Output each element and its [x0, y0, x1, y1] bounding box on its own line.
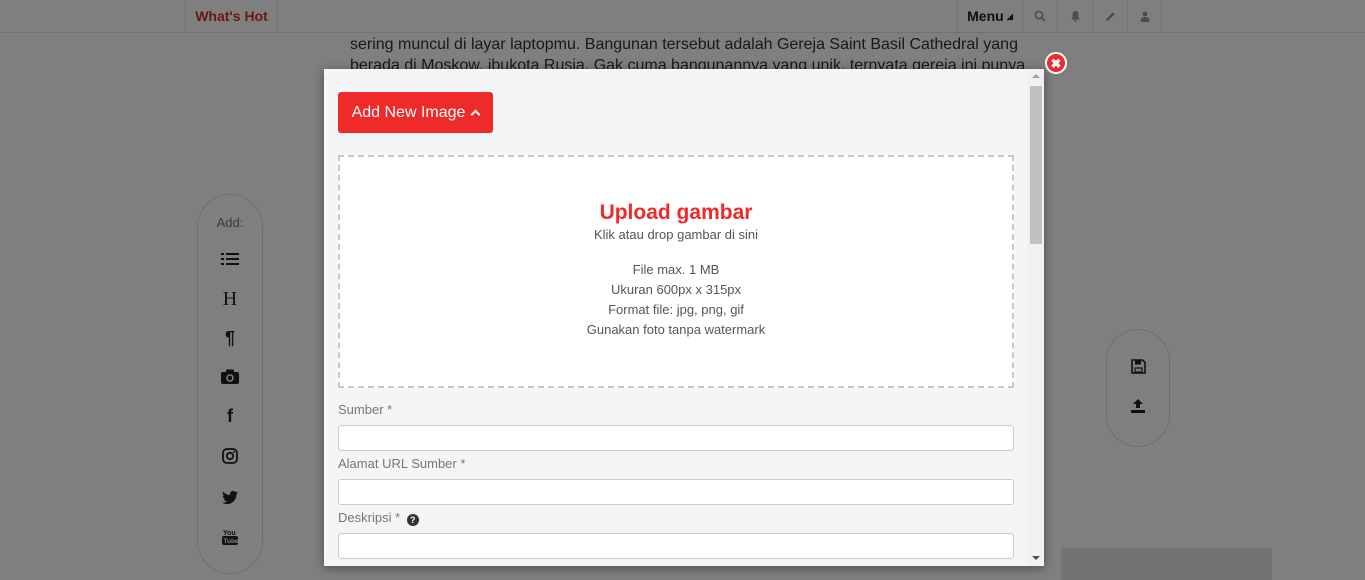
scroll-up-arrow-icon[interactable]	[1032, 74, 1040, 78]
url-sumber-input[interactable]	[338, 479, 1014, 505]
deskripsi-label: Deskripsi *	[338, 510, 401, 525]
add-image-modal: Add New Image Upload gambar Klik atau dr…	[324, 69, 1044, 566]
sumber-input[interactable]	[338, 425, 1014, 451]
scroll-thumb[interactable]	[1030, 86, 1042, 244]
upload-subtitle: Klik atau drop gambar di sini	[593, 227, 759, 242]
question-circle-icon[interactable]: ?	[406, 514, 419, 526]
upload-info-line: Gunakan foto tanpa watermark	[586, 322, 766, 337]
upload-requirements: File max. 1 MB Ukuran 600px x 315px Form…	[340, 260, 1012, 340]
scroll-down-arrow-icon[interactable]	[1032, 556, 1040, 560]
add-new-image-label: Add New Image	[351, 103, 466, 121]
modal-scrollbar[interactable]	[1027, 69, 1044, 566]
add-new-image-button[interactable]: Add New Image	[338, 92, 493, 133]
close-modal-button[interactable]: ✖	[1045, 52, 1067, 74]
deskripsi-input[interactable]	[338, 533, 1014, 559]
image-upload-dropzone[interactable]: Upload gambar Klik atau drop gambar di s…	[338, 155, 1014, 388]
upload-title: Upload gambar	[599, 201, 753, 224]
upload-info-line: Format file: jpg, png, gif	[608, 302, 744, 317]
chevron-up-icon	[470, 109, 481, 120]
upload-info-line: File max. 1 MB	[632, 262, 720, 277]
close-icon: ✖	[1050, 55, 1062, 71]
sumber-label: Sumber *	[338, 402, 393, 417]
url-sumber-label: Alamat URL Sumber *	[338, 456, 466, 471]
deskripsi-label-row: Deskripsi * ?	[338, 510, 419, 526]
upload-info-line: Ukuran 600px x 315px	[610, 282, 742, 297]
